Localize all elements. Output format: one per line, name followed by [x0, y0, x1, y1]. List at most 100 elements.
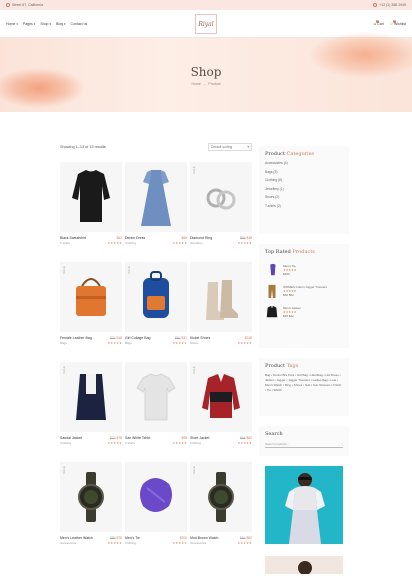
product-name[interactable]: Men's Tie [125, 536, 140, 540]
product-category[interactable]: Accessories [190, 541, 206, 545]
sweatshirt-icon [72, 170, 110, 222]
product-name[interactable]: Men's Leather Watch [60, 536, 93, 540]
nav-blog[interactable]: Blog▾ [56, 22, 66, 26]
product-card[interactable]: SALE Men's Leather Watch $85$76 Accessories… [60, 462, 122, 545]
product-name[interactable]: Sax White Tshirt [125, 436, 150, 440]
product-card[interactable]: Denim Dress $65 Clothing ★★★★★ [125, 162, 187, 245]
product-image[interactable] [125, 162, 187, 232]
watch-icon [208, 472, 234, 522]
product-card[interactable]: SALE Girl Collage Bag $60$31 Bags ★★★★★ [125, 262, 187, 345]
product-name[interactable]: Mud Brown Watch [190, 536, 218, 540]
product-name[interactable]: Diamond Ring [190, 236, 212, 240]
widget-title: Search [265, 431, 283, 437]
category-list: Accessories (4) Bags (3) Clothing (8) Jewel… [265, 161, 343, 208]
nav-home[interactable]: Home▾ [6, 22, 18, 26]
product-image[interactable] [125, 462, 187, 532]
sort-select[interactable]: Default sorting ▾ [208, 143, 252, 151]
product-name[interactable]: Short Jacket [190, 436, 209, 440]
category-link[interactable]: T-shirts (2) [265, 204, 343, 208]
product-image[interactable] [125, 362, 187, 432]
phone-info[interactable]: +12 (1) 388 2949 [373, 3, 406, 7]
product-name[interactable]: Sandal Jacket [60, 436, 82, 440]
old-price: $22 [109, 436, 116, 440]
product-card[interactable]: SALE Sandal Jacket $22$78 Clothing ★★★★★ [60, 362, 122, 445]
search-icon[interactable]: ⌕ [341, 442, 343, 446]
category-link[interactable]: Bags (3) [265, 170, 343, 174]
product-card[interactable]: SALE Diamond Ring $59$48 Jewellery ★★★★★ [190, 162, 252, 245]
product-name[interactable]: Kickel Shoes [190, 336, 210, 340]
sale-badge: SALE [128, 266, 131, 274]
phone-text[interactable]: +12 (1) 388 2949 [379, 3, 406, 7]
product-card[interactable]: Kickel Shoes $248 Shoes ★★★★★ [190, 262, 252, 345]
wishlist-button[interactable]: ♡ 0 Wishlist [390, 19, 406, 26]
product-name[interactable]: Black Sweatshirt [60, 236, 86, 240]
product-price: $98 [181, 436, 187, 440]
chevron-down-icon: ▾ [64, 21, 66, 26]
product-category[interactable]: Clothing [125, 541, 136, 545]
tag-cloud[interactable]: Bag • Denim Bra Pant • Girl Bag • Handba… [265, 373, 343, 393]
product-card[interactable]: SALE Female Leather Bag $24$18 Bags ★★★★★ [60, 262, 122, 345]
category-link[interactable]: Clothing (8) [265, 178, 343, 182]
product-card[interactable]: Sax White Tshirt $98 T-shirts ★★★★★ [125, 362, 187, 445]
old-price: $60 [174, 336, 181, 340]
category-link[interactable]: Jewellery (1) [265, 187, 343, 191]
category-link[interactable]: Accessories (4) [265, 161, 343, 165]
product-image[interactable]: SALE [190, 162, 252, 232]
product-card[interactable]: SALE Short Jacket $68$62 Clothing ★★★★★ [190, 362, 252, 445]
product-image[interactable]: SALE [60, 462, 122, 532]
product-name[interactable]: Girl Collage Bag [125, 336, 150, 340]
top-rated-item[interactable]: WOMEN Cotton Jogger Trousers ★★★★★ $60 $52 [265, 283, 343, 299]
product-category[interactable]: T-shirts [125, 441, 135, 445]
rating-stars: ★★★★★ [107, 541, 122, 545]
product-card[interactable]: Men's Tie $200 Clothing ★★★★★ [125, 462, 187, 545]
product-name[interactable]: Female Leather Bag [60, 336, 92, 340]
top-rated-item[interactable]: Men's Jacket ★★★★★ $16 $12 [265, 304, 343, 320]
product-image[interactable] [190, 262, 252, 332]
arrow-right-icon: → [202, 82, 207, 86]
product-image[interactable]: SALE [60, 362, 122, 432]
product-category[interactable]: Clothing [190, 441, 201, 445]
category-link[interactable]: Shoes (2) [265, 195, 343, 199]
product-image[interactable] [60, 162, 122, 232]
product-card[interactable]: SALE Mud Brown Watch $65$82 Accessories ★★★★… [190, 462, 252, 545]
rating-stars: ★★★★★ [237, 341, 252, 345]
tie-icon [140, 478, 172, 512]
nav-contact[interactable]: Contact us [71, 22, 88, 26]
product-category[interactable]: Shoes [190, 341, 199, 345]
product-thumbnail[interactable] [265, 262, 279, 278]
product-card[interactable]: Black Sweatshirt $62 T-shirts ★★★★★ [60, 162, 122, 245]
product-category[interactable]: Accessories [60, 541, 76, 545]
listing-toolbar: Showing 1–13 of 15 results Default sorti… [60, 142, 252, 152]
product-thumbnail[interactable] [265, 283, 279, 299]
categories-widget: Product Categories Accessories (4) Bags (… [259, 146, 349, 234]
product-image[interactable]: SALE [60, 262, 122, 332]
product-category[interactable]: Bags [125, 341, 132, 345]
nav-shop[interactable]: Shop▾ [40, 22, 51, 26]
chevron-down-icon: ▾ [49, 21, 52, 26]
product-image[interactable]: SALE [190, 462, 252, 532]
promo-banner-image[interactable] [265, 556, 343, 574]
product-category[interactable]: Clothing [125, 241, 136, 245]
search-input[interactable]: Search products... ⌕ [265, 441, 343, 448]
sale-badge: SALE [193, 166, 196, 174]
site-logo[interactable]: Riyal [195, 14, 217, 34]
product-name[interactable]: Denim Dress [125, 236, 145, 240]
product-category[interactable]: T-shirts [60, 241, 70, 245]
top-info-bar: Street 67, California +12 (1) 388 2949 [0, 0, 412, 10]
nav-pages[interactable]: Pages▾ [23, 22, 35, 26]
address-text: Street 67, California [12, 3, 43, 7]
cart-button[interactable]: ⊔ 0 Cart [373, 19, 384, 26]
rating-stars: ★★★★★ [107, 241, 122, 245]
product-category[interactable]: Jewellery [190, 241, 203, 245]
search-widget: Search Search products... ⌕ [259, 426, 349, 456]
breadcrumb-home[interactable]: Home [192, 82, 201, 86]
product-image[interactable]: SALE [125, 262, 187, 332]
promo-banner-image[interactable] [265, 466, 343, 544]
product-thumbnail[interactable] [265, 304, 279, 320]
vest-icon [76, 374, 106, 420]
product-price: $22$78 [109, 436, 122, 440]
product-category[interactable]: Clothing [60, 441, 71, 445]
product-category[interactable]: Bags [60, 341, 67, 345]
top-rated-item[interactable]: Men's Tie ★★★★★ $200 [265, 262, 343, 278]
product-image[interactable]: SALE [190, 362, 252, 432]
